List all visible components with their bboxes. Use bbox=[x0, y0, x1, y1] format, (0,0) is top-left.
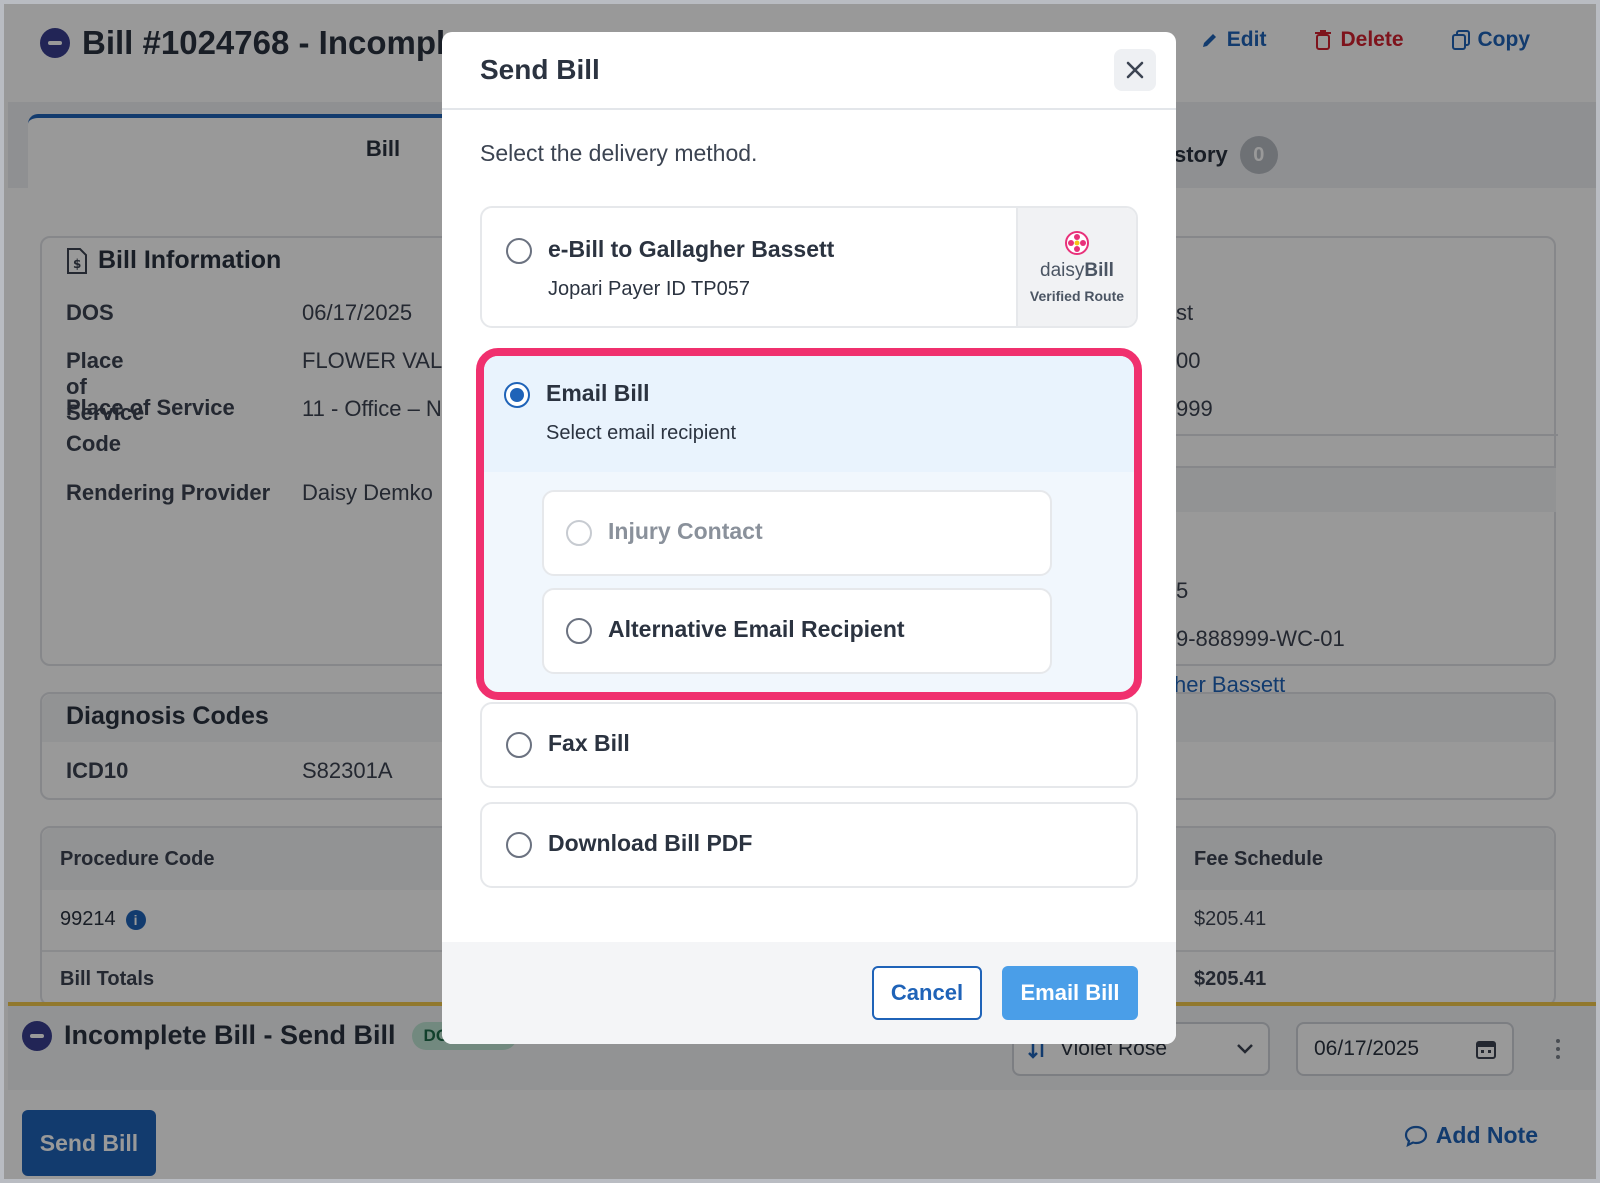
modal-subtitle: Select the delivery method. bbox=[480, 140, 758, 166]
recipient-injury-contact[interactable]: Injury Contact bbox=[542, 490, 1052, 576]
modal-footer: Cancel Email Bill bbox=[442, 942, 1176, 1044]
verified-route-label: Verified Route bbox=[1029, 288, 1125, 304]
daisy-flower-icon bbox=[1065, 231, 1089, 255]
daisybill-verified-badge: daisyBill Verified Route bbox=[1016, 208, 1136, 326]
email-bill-button[interactable]: Email Bill bbox=[1002, 966, 1138, 1020]
email-option-header bbox=[484, 356, 1134, 472]
email-sub: Select email recipient bbox=[546, 422, 737, 444]
option-download[interactable]: Download Bill PDF bbox=[480, 802, 1138, 888]
alternative-recipient-label: Alternative Email Recipient bbox=[608, 616, 905, 642]
radio-injury-contact[interactable] bbox=[566, 520, 592, 546]
ebill-payer-id: Jopari Payer ID TP057 bbox=[548, 278, 750, 300]
app-window: Bill #1024768 - Incomplete Edit Delete C… bbox=[0, 0, 1600, 1183]
ebill-label: e-Bill to Gallagher Bassett bbox=[548, 236, 835, 262]
radio-download[interactable] bbox=[506, 832, 532, 858]
radio-email[interactable] bbox=[504, 382, 530, 408]
modal-body: Select the delivery method. e-Bill to Ga… bbox=[442, 110, 1176, 942]
send-bill-modal: Send Bill Select the delivery method. e-… bbox=[442, 32, 1176, 1044]
fax-label: Fax Bill bbox=[548, 730, 630, 756]
modal-header: Send Bill bbox=[442, 32, 1176, 110]
injury-contact-label: Injury Contact bbox=[608, 518, 763, 544]
option-fax[interactable]: Fax Bill bbox=[480, 702, 1138, 788]
modal-title: Send Bill bbox=[480, 54, 600, 85]
recipient-alternative[interactable]: Alternative Email Recipient bbox=[542, 588, 1052, 674]
email-label: Email Bill bbox=[546, 380, 650, 406]
option-ebill[interactable]: e-Bill to Gallagher Bassett Jopari Payer… bbox=[480, 206, 1138, 328]
cancel-button[interactable]: Cancel bbox=[872, 966, 982, 1020]
radio-fax[interactable] bbox=[506, 732, 532, 758]
daisybill-logo: daisyBill bbox=[1040, 260, 1114, 281]
download-label: Download Bill PDF bbox=[548, 830, 753, 856]
option-email[interactable]: Email Bill Select email recipient Injury… bbox=[476, 348, 1142, 700]
close-icon bbox=[1126, 61, 1144, 79]
close-button[interactable] bbox=[1114, 49, 1156, 91]
radio-alternative-recipient[interactable] bbox=[566, 618, 592, 644]
radio-ebill[interactable] bbox=[506, 238, 532, 264]
